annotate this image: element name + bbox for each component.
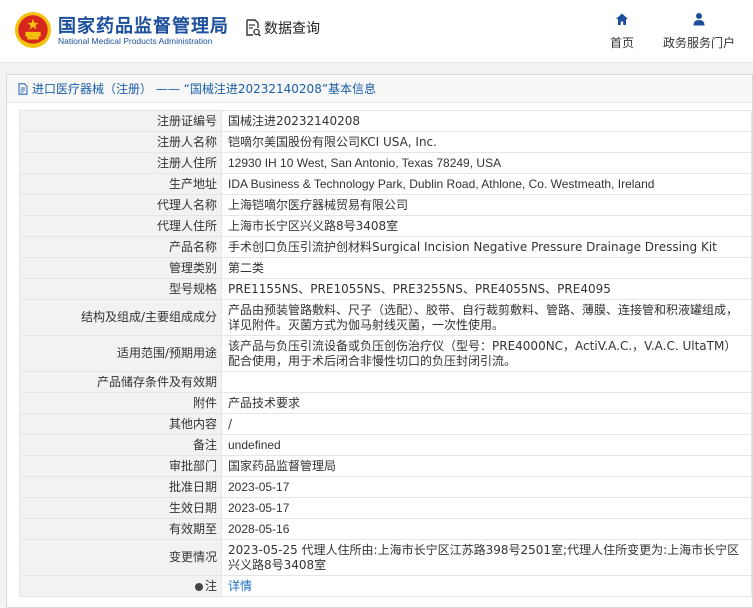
row-value: 手术创口负压引流护创材料Surgical Incision Negative P… [221,236,752,258]
table-row: 附件 产品技术要求 [19,392,752,414]
row-label: 代理人名称 [19,194,222,216]
site-header: 国家药品监督管理局 National Medical Products Admi… [0,0,753,63]
panel-title: 进口医疗器械（注册） —— “国械注进20232140208”基本信息 [32,82,377,96]
row-label: 生产地址 [19,173,222,195]
row-label: 审批部门 [19,455,222,477]
row-label: 型号规格 [19,278,222,300]
row-value: 2023-05-17 [221,497,752,519]
row-value: PRE1155NS、PRE1055NS、PRE3255NS、PRE4055NS、… [221,278,752,300]
nav-portal-label: 政务服务门户 [662,36,735,50]
user-icon [693,13,705,26]
row-value: 产品技术要求 [221,392,752,414]
row-value: / [221,413,752,435]
data-query-section: 数据查询 [245,18,320,38]
row-label: 管理类别 [19,257,222,279]
table-row: 其他内容 / [19,413,752,435]
details-link[interactable]: 详情 [228,579,252,593]
table-row: 变更情况 2023-05-25 代理人住所由:上海市长宁区江苏路398号2501… [19,539,752,576]
table-row: 注册人名称 铠嘀尔美国股份有限公司KCI USA, Inc. [19,131,752,153]
note-label-cell: 注 [19,575,222,597]
row-value: 12930 IH 10 West, San Antonio, Texas 782… [221,152,752,174]
table-row: 结构及组成/主要组成成分 产品由预装管路敷料、尺子（选配）、胶带、自行裁剪敷料、… [19,299,752,336]
table-row: 生产地址 IDA Business & Technology Park, Dub… [19,173,752,195]
site-logo-subtitle[interactable]: National Medical Products Administration [58,36,213,46]
row-value: 2023-05-17 [221,476,752,498]
home-icon [616,13,628,25]
row-label: 其他内容 [19,413,222,435]
device-info-table: 注册证编号 国械注进20232140208 注册人名称 铠嘀尔美国股份有限公司K… [19,110,752,597]
row-value: 国家药品监督管理局 [221,455,752,477]
site-logo-title[interactable]: 国家药品监督管理局 [58,12,229,38]
row-label: 有效期至 [19,518,222,540]
row-label: 备注 [19,434,222,456]
detail-panel: 进口医疗器械（注册） —— “国械注进20232140208”基本信息 注册证编… [6,74,753,608]
row-label: 适用范围/预期用途 [19,335,222,372]
nav-home-label: 首页 [609,36,634,50]
table-row: 代理人住所 上海市长宁区兴义路8号3408室 [19,215,752,237]
row-label: 注册证编号 [19,110,222,132]
row-value: 上海铠嘀尔医疗器械贸易有限公司 [221,194,752,216]
row-label: 注册人住所 [19,152,222,174]
info-dot-icon [194,582,203,591]
row-label: 结构及组成/主要组成成分 [19,299,222,336]
row-value: 2023-05-25 代理人住所由:上海市长宁区江苏路398号2501室;代理人… [221,539,752,576]
row-label: 产品储存条件及有效期 [19,371,222,393]
table-row: 代理人名称 上海铠嘀尔医疗器械贸易有限公司 [19,194,752,216]
table-row: 型号规格 PRE1155NS、PRE1055NS、PRE3255NS、PRE40… [19,278,752,300]
row-value: 2028-05-16 [221,518,752,540]
row-label: 产品名称 [19,236,222,258]
row-label: 批准日期 [19,476,222,498]
table-row: 管理类别 第二类 [19,257,752,279]
table-row: 有效期至 2028-05-16 [19,518,752,540]
row-label: 附件 [19,392,222,414]
table-row: 生效日期 2023-05-17 [19,497,752,519]
table-row: 备注 undefined [19,434,752,456]
nav-government-portal[interactable]: 政务服务门户 [655,12,743,51]
table-row: 注 详情 [19,575,752,597]
row-value [221,371,752,393]
table-row: 产品储存条件及有效期 [19,371,752,393]
row-value: 详情 [221,575,752,597]
row-label: 注册人名称 [19,131,222,153]
row-value: 该产品与负压引流设备或负压创伤治疗仪（型号：PRE4000NC，ActiV.A.… [221,335,752,372]
row-value: 上海市长宁区兴义路8号3408室 [221,215,752,237]
document-icon [18,82,28,95]
row-label: 代理人住所 [19,215,222,237]
row-value: 铠嘀尔美国股份有限公司KCI USA, Inc. [221,131,752,153]
row-value: undefined [221,434,752,456]
row-label: 生效日期 [19,497,222,519]
document-search-icon [246,19,261,37]
row-value: 产品由预装管路敷料、尺子（选配）、胶带、自行裁剪敷料、管路、薄膜、连接管和积液罐… [221,299,752,336]
table-row: 注册证编号 国械注进20232140208 [19,110,752,132]
panel-header: 进口医疗器械（注册） —— “国械注进20232140208”基本信息 [7,75,752,103]
row-label: 变更情况 [19,539,222,576]
nav-home[interactable]: 首页 [600,12,644,51]
row-value: 第二类 [221,257,752,279]
table-row: 产品名称 手术创口负压引流护创材料Surgical Incision Negat… [19,236,752,258]
table-row: 批准日期 2023-05-17 [19,476,752,498]
table-row: 适用范围/预期用途 该产品与负压引流设备或负压创伤治疗仪（型号：PRE4000N… [19,335,752,372]
table-row: 注册人住所 12930 IH 10 West, San Antonio, Tex… [19,152,752,174]
data-query-label: 数据查询 [264,21,320,37]
row-value: IDA Business & Technology Park, Dublin R… [221,173,752,195]
row-label: 注 [204,578,217,593]
national-emblem-icon [14,11,52,49]
table-row: 审批部门 国家药品监督管理局 [19,455,752,477]
row-value: 国械注进20232140208 [221,110,752,132]
